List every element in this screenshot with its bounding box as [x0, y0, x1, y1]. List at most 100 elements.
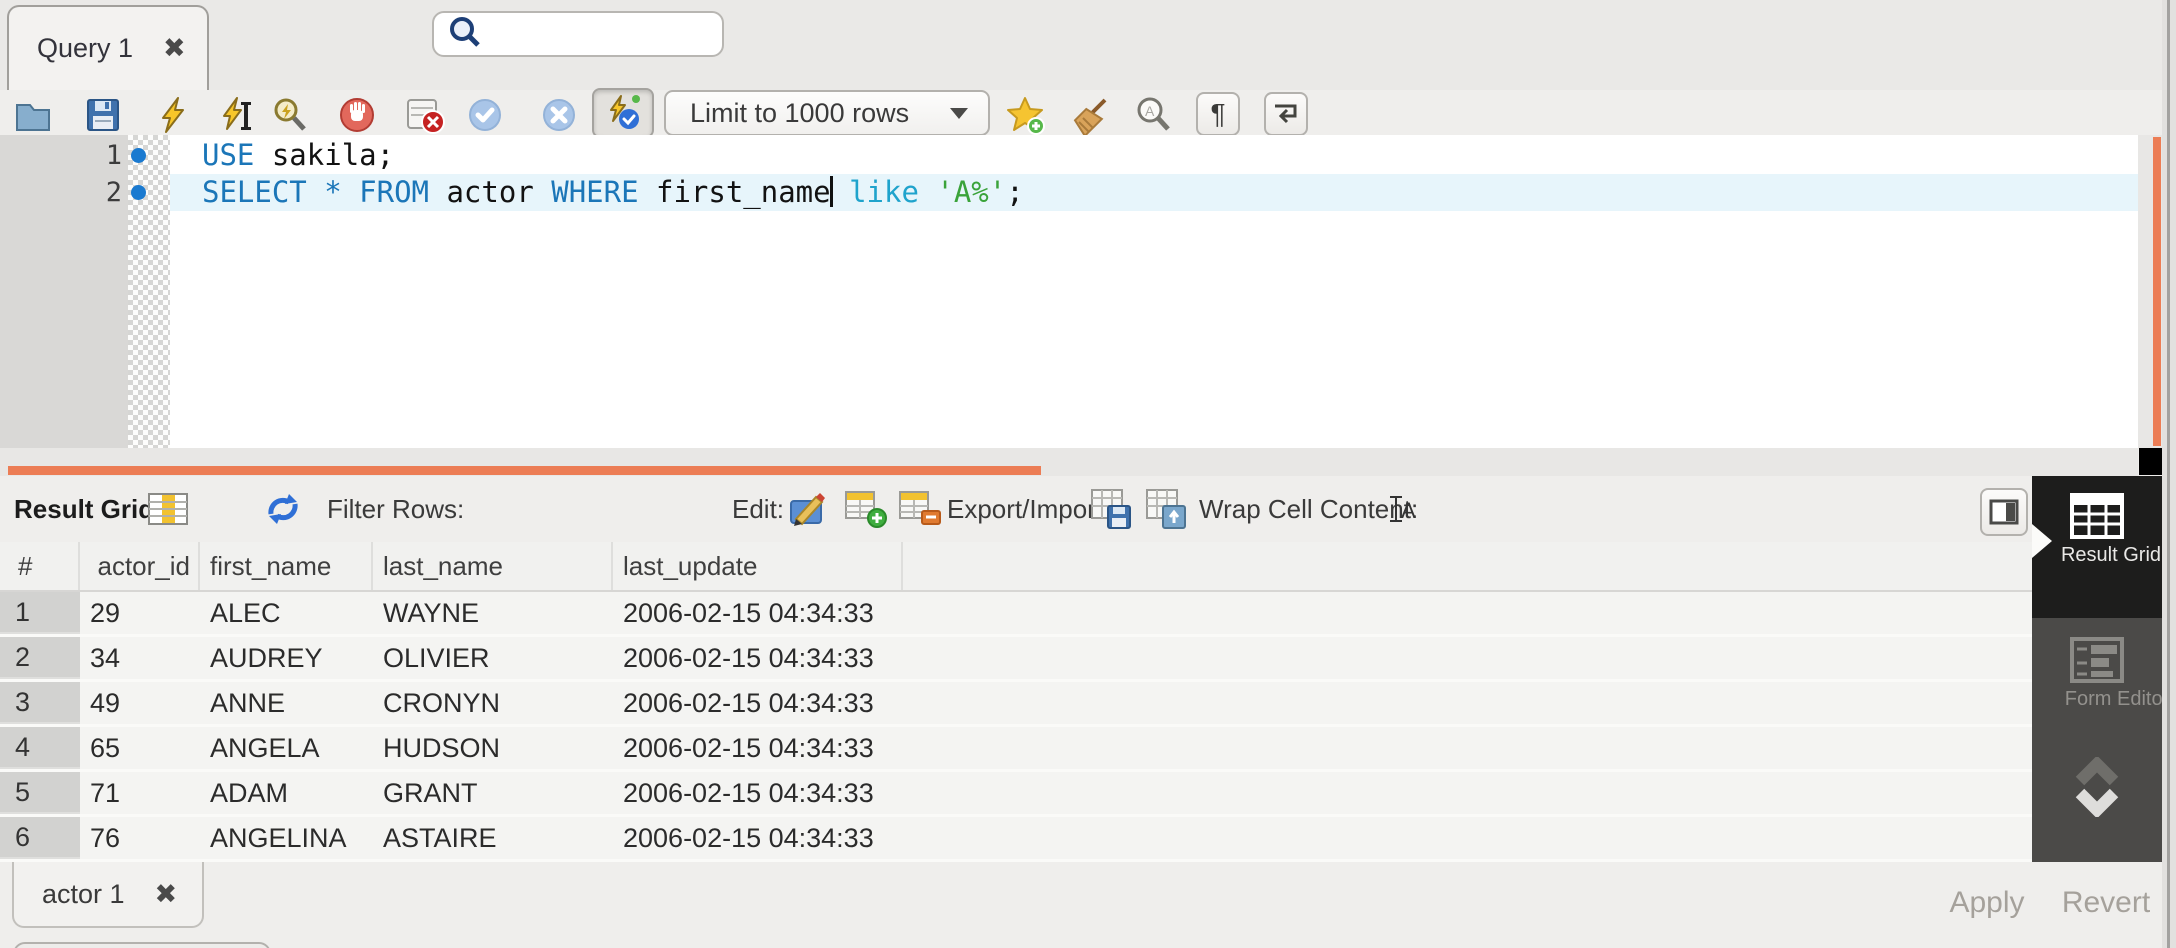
svg-text:A: A: [1401, 498, 1416, 523]
chevron-up-icon[interactable]: [2032, 711, 2162, 787]
row-number[interactable]: 4: [0, 727, 80, 769]
editor-horizontal-scrollbar[interactable]: [0, 448, 2138, 476]
column-header[interactable]: last_update: [613, 542, 903, 590]
line-number: 2: [0, 174, 170, 211]
column-header[interactable]: actor_id: [80, 542, 200, 590]
filter-rows-searchbox[interactable]: [432, 11, 724, 57]
revert-button[interactable]: Revert: [2046, 876, 2166, 930]
form-editor-view-button[interactable]: Form Editor: [2032, 618, 2162, 862]
execute-current-statement-icon[interactable]: [218, 96, 256, 134]
active-panel-arrow-icon: [2032, 524, 2052, 558]
stop-icon[interactable]: [338, 96, 376, 134]
editor-vertical-scrollbar[interactable]: [2138, 135, 2162, 448]
cell[interactable]: GRANT: [373, 772, 613, 814]
cell[interactable]: ANGELA: [200, 727, 373, 769]
table-row[interactable]: 349ANNECRONYN2006-02-15 04:34:33: [0, 682, 2032, 727]
toggle-stop-on-error-icon[interactable]: [406, 96, 444, 134]
cell[interactable]: WAYNE: [373, 592, 613, 634]
close-icon[interactable]: ✖: [163, 33, 186, 64]
query-tab-bar: Query 1 ✖: [0, 0, 2176, 90]
cell[interactable]: 2006-02-15 04:34:33: [613, 637, 903, 679]
table-row[interactable]: 676ANGELINAASTAIRE2006-02-15 04:34:33: [0, 817, 2032, 862]
editor-line[interactable]: 2SELECT * FROM actor WHERE first_name li…: [0, 174, 2138, 211]
cell[interactable]: 29: [80, 592, 200, 634]
chevron-down-icon[interactable]: [2032, 787, 2162, 817]
edit-label: Edit:: [732, 494, 784, 525]
import-icon[interactable]: [1145, 476, 1189, 542]
result-grid-view-button[interactable]: Result Grid: [2032, 476, 2162, 618]
table-row[interactable]: 129ALECWAYNE2006-02-15 04:34:33: [0, 592, 2032, 637]
scrollbar-thumb[interactable]: [8, 466, 1041, 475]
cell[interactable]: 76: [80, 817, 200, 859]
edit-pencil-icon[interactable]: [788, 476, 830, 542]
row-number[interactable]: 5: [0, 772, 80, 814]
beautify-icon[interactable]: [1071, 96, 1109, 134]
limit-rows-dropdown[interactable]: Limit to 1000 rows: [664, 90, 990, 136]
show-invisibles-icon[interactable]: ¶: [1196, 92, 1240, 136]
tab-actor-1[interactable]: actor 1 ✖: [12, 862, 204, 928]
cell[interactable]: ASTAIRE: [373, 817, 613, 859]
explain-icon[interactable]: [271, 96, 309, 134]
cell[interactable]: 2006-02-15 04:34:33: [613, 592, 903, 634]
cell[interactable]: ANGELINA: [200, 817, 373, 859]
column-header[interactable]: last_name: [373, 542, 613, 590]
cell[interactable]: 49: [80, 682, 200, 724]
find-icon[interactable]: A: [1135, 96, 1173, 134]
cell[interactable]: 34: [80, 637, 200, 679]
cell[interactable]: HUDSON: [373, 727, 613, 769]
row-number[interactable]: 6: [0, 817, 80, 859]
cell[interactable]: CRONYN: [373, 682, 613, 724]
cell[interactable]: 2006-02-15 04:34:33: [613, 772, 903, 814]
editor-line[interactable]: 1USE sakila;: [0, 137, 2138, 174]
cell[interactable]: AUDREY: [200, 637, 373, 679]
execute-icon[interactable]: [155, 96, 193, 134]
toggle-wrap-icon[interactable]: [1264, 92, 1308, 136]
table-row[interactable]: 234AUDREYOLIVIER2006-02-15 04:34:33: [0, 637, 2032, 682]
cell[interactable]: ALEC: [200, 592, 373, 634]
save-snippet-icon[interactable]: [1006, 96, 1044, 134]
open-file-icon[interactable]: [14, 96, 52, 134]
apply-button[interactable]: Apply: [1932, 876, 2042, 930]
delete-row-icon[interactable]: [898, 476, 942, 542]
row-filler: [903, 727, 2032, 769]
wrap-content-icon[interactable]: A: [1386, 476, 1420, 542]
refresh-icon[interactable]: [263, 476, 303, 542]
toggle-autocommit-icon[interactable]: [592, 88, 654, 138]
cell[interactable]: 2006-02-15 04:34:33: [613, 817, 903, 859]
row-number[interactable]: 2: [0, 637, 80, 679]
row-filler: [903, 817, 2032, 859]
statement-marker-icon: [131, 185, 146, 200]
scrollbar-thumb[interactable]: [2153, 137, 2161, 446]
tab-query-1[interactable]: Query 1 ✖: [7, 5, 209, 90]
result-tab-bar: actor 1 ✖ Apply Revert: [0, 862, 2162, 948]
export-icon[interactable]: [1090, 476, 1134, 542]
svg-text:A: A: [1145, 103, 1155, 119]
result-grid-table[interactable]: #actor_idfirst_namelast_namelast_update …: [0, 542, 2032, 862]
statement-marker-icon: [131, 148, 146, 163]
save-icon[interactable]: [84, 96, 122, 134]
table-row[interactable]: 571ADAMGRANT2006-02-15 04:34:33: [0, 772, 2032, 817]
cell[interactable]: OLIVIER: [373, 637, 613, 679]
form-editor-view-label: Form Editor: [2032, 684, 2176, 711]
cell[interactable]: 2006-02-15 04:34:33: [613, 682, 903, 724]
column-header[interactable]: first_name: [200, 542, 373, 590]
search-input[interactable]: [482, 19, 722, 49]
row-number[interactable]: 3: [0, 682, 80, 724]
close-icon[interactable]: ✖: [155, 879, 178, 910]
cell[interactable]: ADAM: [200, 772, 373, 814]
row-number[interactable]: 1: [0, 592, 80, 634]
add-row-icon[interactable]: [844, 476, 888, 542]
cell[interactable]: 71: [80, 772, 200, 814]
rollback-icon[interactable]: [540, 96, 578, 134]
cell[interactable]: 2006-02-15 04:34:33: [613, 727, 903, 769]
result-grid-view-label: Result Grid: [2032, 540, 2176, 567]
panel-toggle-icon[interactable]: [1980, 488, 2028, 536]
commit-icon[interactable]: [466, 96, 504, 134]
row-filler: [903, 637, 2032, 679]
column-header[interactable]: #: [0, 542, 80, 590]
cell[interactable]: ANNE: [200, 682, 373, 724]
sql-editor[interactable]: 1USE sakila;2SELECT * FROM actor WHERE f…: [0, 135, 2138, 448]
line-number: 1: [0, 137, 170, 174]
cell[interactable]: 65: [80, 727, 200, 769]
table-row[interactable]: 465ANGELAHUDSON2006-02-15 04:34:33: [0, 727, 2032, 772]
